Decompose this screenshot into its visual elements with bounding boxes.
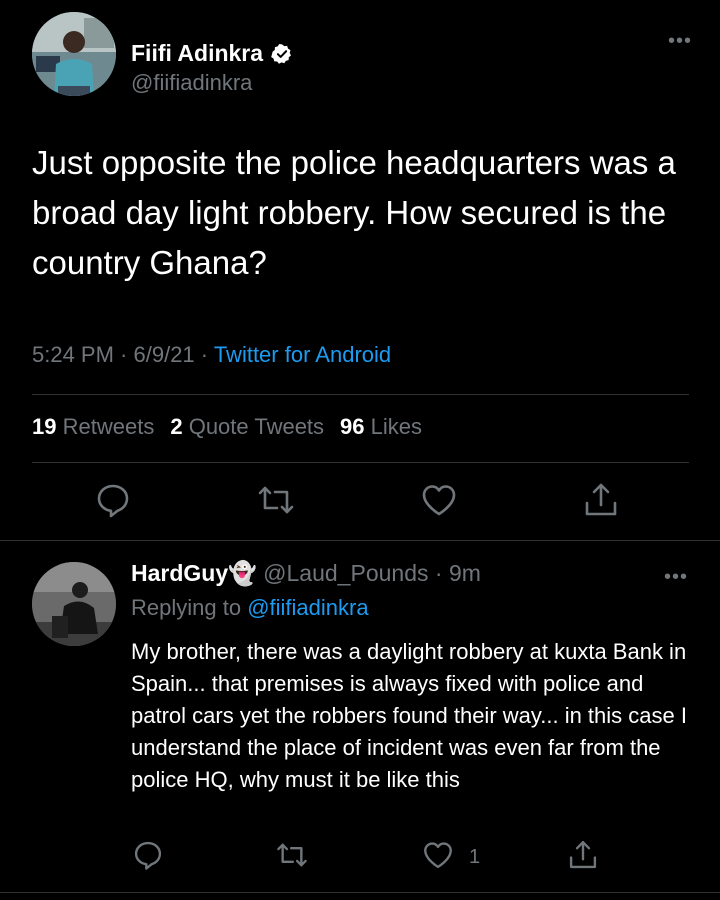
like-icon[interactable] — [419, 480, 459, 520]
reply-more-options-icon[interactable]: ••• — [664, 566, 688, 589]
reply-author-name[interactable]: HardGuy — [131, 560, 228, 586]
author-handle[interactable]: @fiifiadinkra — [131, 70, 252, 96]
tweet-source-link[interactable]: Twitter for Android — [214, 342, 391, 367]
divider — [32, 394, 689, 395]
reply-like-icon[interactable] — [421, 838, 455, 872]
quote-tweets-label: Quote Tweets — [188, 414, 325, 439]
author-name[interactable]: Fiifi Adinkra — [131, 40, 293, 67]
ghost-emoji-icon: 👻 — [228, 560, 257, 586]
author-avatar[interactable] — [32, 12, 116, 96]
tweet-detail-page: Fiifi Adinkra @fiifiadinkra ••• Just opp… — [0, 0, 720, 900]
reply-like-count: 1 — [469, 846, 481, 868]
meta-separator: · — [194, 342, 214, 367]
tweet-actions — [0, 480, 720, 526]
tweet-date: 6/9/21 — [133, 342, 195, 367]
reply-avatar-image — [32, 562, 116, 646]
meta-separator: · — [113, 342, 134, 367]
reply-avatar[interactable] — [32, 562, 116, 646]
reply-header: HardGuy👻 @Laud_Pounds · 9m — [131, 560, 481, 587]
replying-to-label: Replying to — [131, 595, 248, 620]
retweets-count: 19 — [32, 414, 57, 439]
reply-actions: 1 — [0, 838, 720, 878]
divider — [32, 462, 689, 463]
share-icon[interactable] — [581, 480, 621, 520]
reply-time: 9m — [448, 560, 481, 586]
reply-retweet-icon[interactable] — [275, 838, 309, 872]
section-divider — [0, 892, 720, 893]
replying-to: Replying to @fiifiadinkra — [131, 595, 369, 621]
reply-icon[interactable] — [93, 480, 133, 520]
retweet-icon[interactable] — [256, 480, 296, 520]
likes-count: 96 — [340, 414, 365, 439]
tweet-time: 5:24 PM — [32, 342, 114, 367]
reply-separator: · — [428, 560, 449, 586]
tweet-text: Just opposite the police headquarters wa… — [32, 144, 676, 281]
reply-reply-icon[interactable] — [131, 838, 165, 872]
likes-label: Likes — [370, 414, 423, 439]
author-name-text: Fiifi Adinkra — [131, 40, 264, 66]
reply-author-handle[interactable]: @Laud_Pounds — [263, 560, 428, 586]
likes-stat[interactable]: 96 Likes — [340, 414, 422, 440]
quote-tweets-stat[interactable]: 2 Quote Tweets — [170, 414, 324, 440]
more-options-icon[interactable]: ••• — [668, 30, 692, 53]
quote-tweets-count: 2 — [170, 414, 183, 439]
verified-badge-icon — [271, 43, 292, 64]
reply-text: My brother, there was a daylight robbery… — [131, 639, 687, 792]
tweet-meta: 5:24 PM · 6/9/21 · Twitter for Android — [32, 342, 391, 368]
retweets-label: Retweets — [62, 414, 155, 439]
section-divider — [0, 540, 720, 541]
tweet-stats: 19 Retweets 2 Quote Tweets 96 Likes — [32, 414, 422, 440]
replying-to-handle[interactable]: @fiifiadinkra — [247, 595, 368, 620]
reply-share-icon[interactable] — [566, 838, 600, 872]
author-avatar-image — [32, 12, 116, 96]
retweets-stat[interactable]: 19 Retweets — [32, 414, 154, 440]
tweet-header: Fiifi Adinkra @fiifiadinkra ••• — [32, 12, 692, 102]
